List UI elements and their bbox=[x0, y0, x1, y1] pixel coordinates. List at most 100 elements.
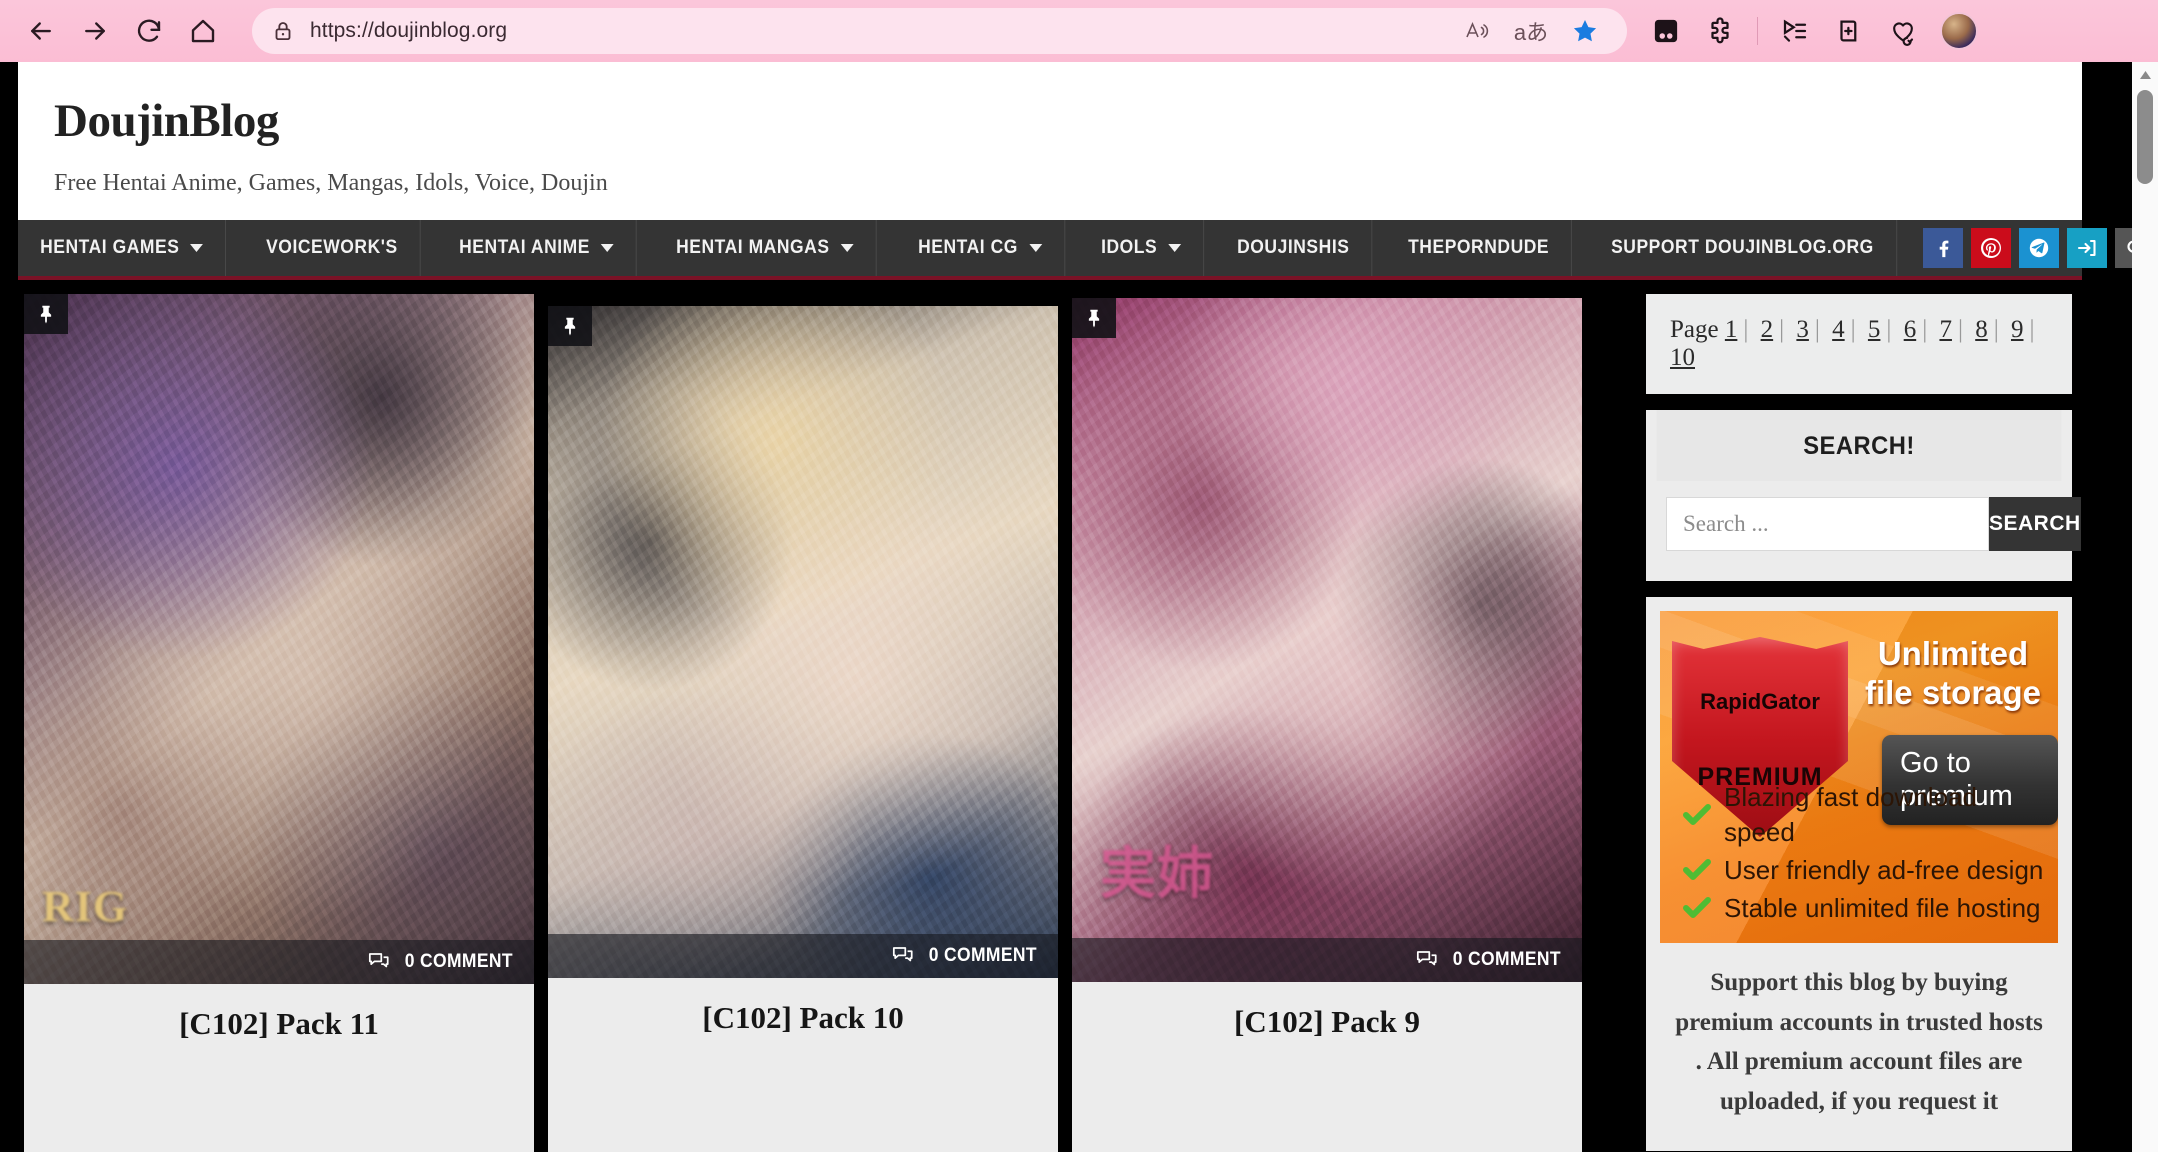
browser-toolbar-icons bbox=[1637, 8, 1978, 54]
back-button[interactable] bbox=[14, 4, 68, 58]
collections-icon[interactable] bbox=[1772, 8, 1818, 54]
search-input[interactable] bbox=[1666, 497, 1989, 551]
sidebar: Page 1 | 2 | 3 | 4 | 5 | 6 | 7 | 8 | 9 | 10 SEARC… bbox=[1632, 280, 2082, 1152]
search-widget: SEARCH! SEARCH bbox=[1646, 410, 2081, 581]
comment-icon bbox=[367, 949, 391, 976]
pagination-link-6[interactable]: 6 bbox=[1904, 316, 1917, 343]
add-tab-icon[interactable] bbox=[1826, 8, 1872, 54]
nav-label: VOICEWORK'S bbox=[266, 237, 399, 258]
nav-label: SUPPORT DOUJINBLOG.ORG bbox=[1610, 237, 1874, 258]
pagination-link-8[interactable]: 8 bbox=[1975, 316, 1988, 343]
pin-icon bbox=[548, 306, 592, 346]
comment-count: 0 COMMENT bbox=[929, 945, 1038, 966]
favorite-star-icon[interactable] bbox=[1565, 13, 1605, 49]
rapidgator-ad-banner[interactable]: RapidGator PREMIUM Unlimited file storag… bbox=[1660, 611, 2058, 943]
nav-label: DOUJINSHIS bbox=[1237, 237, 1350, 258]
ad-bullet-list: Blazing fast download speed User friendl… bbox=[1682, 780, 2048, 929]
comment-count: 0 COMMENT bbox=[405, 951, 514, 972]
toolbar-divider bbox=[1757, 17, 1758, 45]
search-submit-button[interactable]: SEARCH bbox=[1989, 497, 2081, 551]
pagination-separator: | bbox=[2029, 316, 2035, 343]
post-thumbnail[interactable]: 0 COMMENT bbox=[548, 306, 1058, 978]
check-icon bbox=[1682, 895, 1712, 921]
pagination-separator: | bbox=[1886, 316, 1892, 343]
nav-label: HENTAI MANGAS bbox=[675, 237, 830, 258]
site-page: DoujinBlog Free Hentai Anime, Games, Man… bbox=[18, 62, 2156, 1152]
browser-toolbar: https://doujinblog.org aあ bbox=[0, 0, 2158, 62]
address-bar-actions: aあ bbox=[1457, 13, 1609, 49]
nav-item-hentai-games[interactable]: HENTAI GAMES bbox=[18, 220, 227, 276]
nav-item-hentai-cg[interactable]: HENTAI CG bbox=[896, 220, 1065, 276]
ad-bullet-text: Blazing fast download speed bbox=[1724, 781, 1977, 847]
nav-item-theporndude[interactable]: THEPORNDUDE bbox=[1386, 220, 1573, 276]
pinterest-icon[interactable] bbox=[1971, 228, 2012, 268]
forward-button[interactable] bbox=[68, 4, 122, 58]
pagination-separator: | bbox=[1993, 316, 1999, 343]
main-navigation: HENTAI GAMES VOICEWORK'S HENTAI ANIME HE… bbox=[18, 220, 2156, 280]
pagination-link-2[interactable]: 2 bbox=[1761, 316, 1774, 343]
nav-item-doujinshis[interactable]: DOUJINSHIS bbox=[1215, 220, 1373, 276]
refresh-button[interactable] bbox=[122, 4, 176, 58]
check-icon bbox=[1682, 802, 1712, 828]
content-area: RIG 0 COMMENT [C102] Pack 11 0 COMMENT [… bbox=[18, 280, 2082, 1152]
social-links bbox=[1923, 220, 2158, 276]
pagination-link-10[interactable]: 10 bbox=[1670, 344, 1695, 371]
post-image-overlay-text: RIG bbox=[42, 882, 129, 931]
profile-avatar[interactable] bbox=[1940, 12, 1978, 50]
read-aloud-icon[interactable] bbox=[1457, 13, 1497, 49]
nav-label: HENTAI ANIME bbox=[458, 237, 590, 258]
post-thumbnail[interactable]: RIG 0 COMMENT bbox=[24, 294, 534, 984]
ad-container: RapidGator PREMIUM Unlimited file storag… bbox=[1646, 597, 2072, 943]
translate-icon[interactable]: aあ bbox=[1511, 13, 1551, 49]
pagination-link-5[interactable]: 5 bbox=[1868, 316, 1881, 343]
ad-headline: Unlimited file storage bbox=[1864, 635, 2042, 711]
sponsor-widget: RapidGator PREMIUM Unlimited file storag… bbox=[1646, 597, 2072, 1151]
ad-bullet-item: Stable unlimited file hosting bbox=[1682, 891, 2048, 926]
post-card[interactable]: RIG 0 COMMENT [C102] Pack 11 bbox=[24, 294, 534, 1152]
address-bar[interactable]: https://doujinblog.org aあ bbox=[252, 8, 1627, 54]
split-screen-icon[interactable] bbox=[1643, 8, 1689, 54]
site-tagline: Free Hentai Anime, Games, Mangas, Idols,… bbox=[54, 169, 608, 196]
facebook-icon[interactable] bbox=[1923, 228, 1964, 268]
post-title[interactable]: [C102] Pack 11 bbox=[24, 984, 534, 1088]
post-title[interactable]: [C102] Pack 10 bbox=[548, 978, 1058, 1082]
nav-item-support-doujinblog[interactable]: SUPPORT DOUJINBLOG.ORG bbox=[1589, 220, 1897, 276]
browser-essentials-icon[interactable] bbox=[1880, 8, 1926, 54]
post-card[interactable]: 実姉 0 COMMENT [C102] Pack 9 bbox=[1072, 298, 1582, 1152]
pin-icon bbox=[24, 294, 68, 334]
chevron-down-icon bbox=[840, 244, 854, 252]
support-text: Support this blog by buying premium acco… bbox=[1646, 943, 2072, 1151]
pagination-link-4[interactable]: 4 bbox=[1832, 316, 1845, 343]
nav-item-idols[interactable]: IDOLS bbox=[1079, 220, 1205, 276]
pagination-label: Page bbox=[1670, 316, 1719, 343]
scroll-up-arrow-icon[interactable] bbox=[2132, 62, 2158, 88]
scrollbar-thumb[interactable] bbox=[2137, 90, 2153, 184]
pagination-links: 1 | 2 | 3 | 4 | 5 | 6 | 7 | 8 | 9 | 10 bbox=[1670, 316, 2041, 371]
pagination-link-9[interactable]: 9 bbox=[2011, 316, 2024, 343]
home-button[interactable] bbox=[176, 4, 230, 58]
ad-bullet-item: Blazing fast download speed bbox=[1682, 780, 2048, 850]
post-title[interactable]: [C102] Pack 9 bbox=[1072, 982, 1582, 1086]
lock-icon bbox=[270, 18, 296, 44]
pagination-link-7[interactable]: 7 bbox=[1939, 316, 1952, 343]
login-icon[interactable] bbox=[2067, 228, 2108, 268]
pagination-link-1[interactable]: 1 bbox=[1725, 316, 1738, 343]
pagination-link-3[interactable]: 3 bbox=[1796, 316, 1809, 343]
nav-item-hentai-mangas[interactable]: HENTAI MANGAS bbox=[654, 220, 877, 276]
nav-item-hentai-anime[interactable]: HENTAI ANIME bbox=[437, 220, 637, 276]
telegram-icon[interactable] bbox=[2019, 228, 2060, 268]
site-title[interactable]: DoujinBlog bbox=[54, 95, 2082, 148]
post-thumbnail[interactable]: 実姉 0 COMMENT bbox=[1072, 298, 1582, 982]
chevron-down-icon bbox=[600, 244, 614, 252]
nav-item-voiceworks[interactable]: VOICEWORK'S bbox=[244, 220, 422, 276]
site-header: DoujinBlog Free Hentai Anime, Games, Man… bbox=[18, 62, 2082, 220]
extensions-icon[interactable] bbox=[1697, 8, 1743, 54]
post-card[interactable]: 0 COMMENT [C102] Pack 10 bbox=[548, 306, 1058, 1152]
page-viewport: DoujinBlog Free Hentai Anime, Games, Man… bbox=[0, 62, 2158, 1152]
ad-brand: RapidGator bbox=[1700, 689, 1820, 714]
pagination-separator: | bbox=[1743, 316, 1749, 343]
pagination-separator: | bbox=[1850, 316, 1856, 343]
vertical-scrollbar[interactable] bbox=[2132, 62, 2158, 1152]
page-left-gutter bbox=[0, 62, 18, 1152]
comment-count-bar: 0 COMMENT bbox=[1072, 938, 1582, 982]
